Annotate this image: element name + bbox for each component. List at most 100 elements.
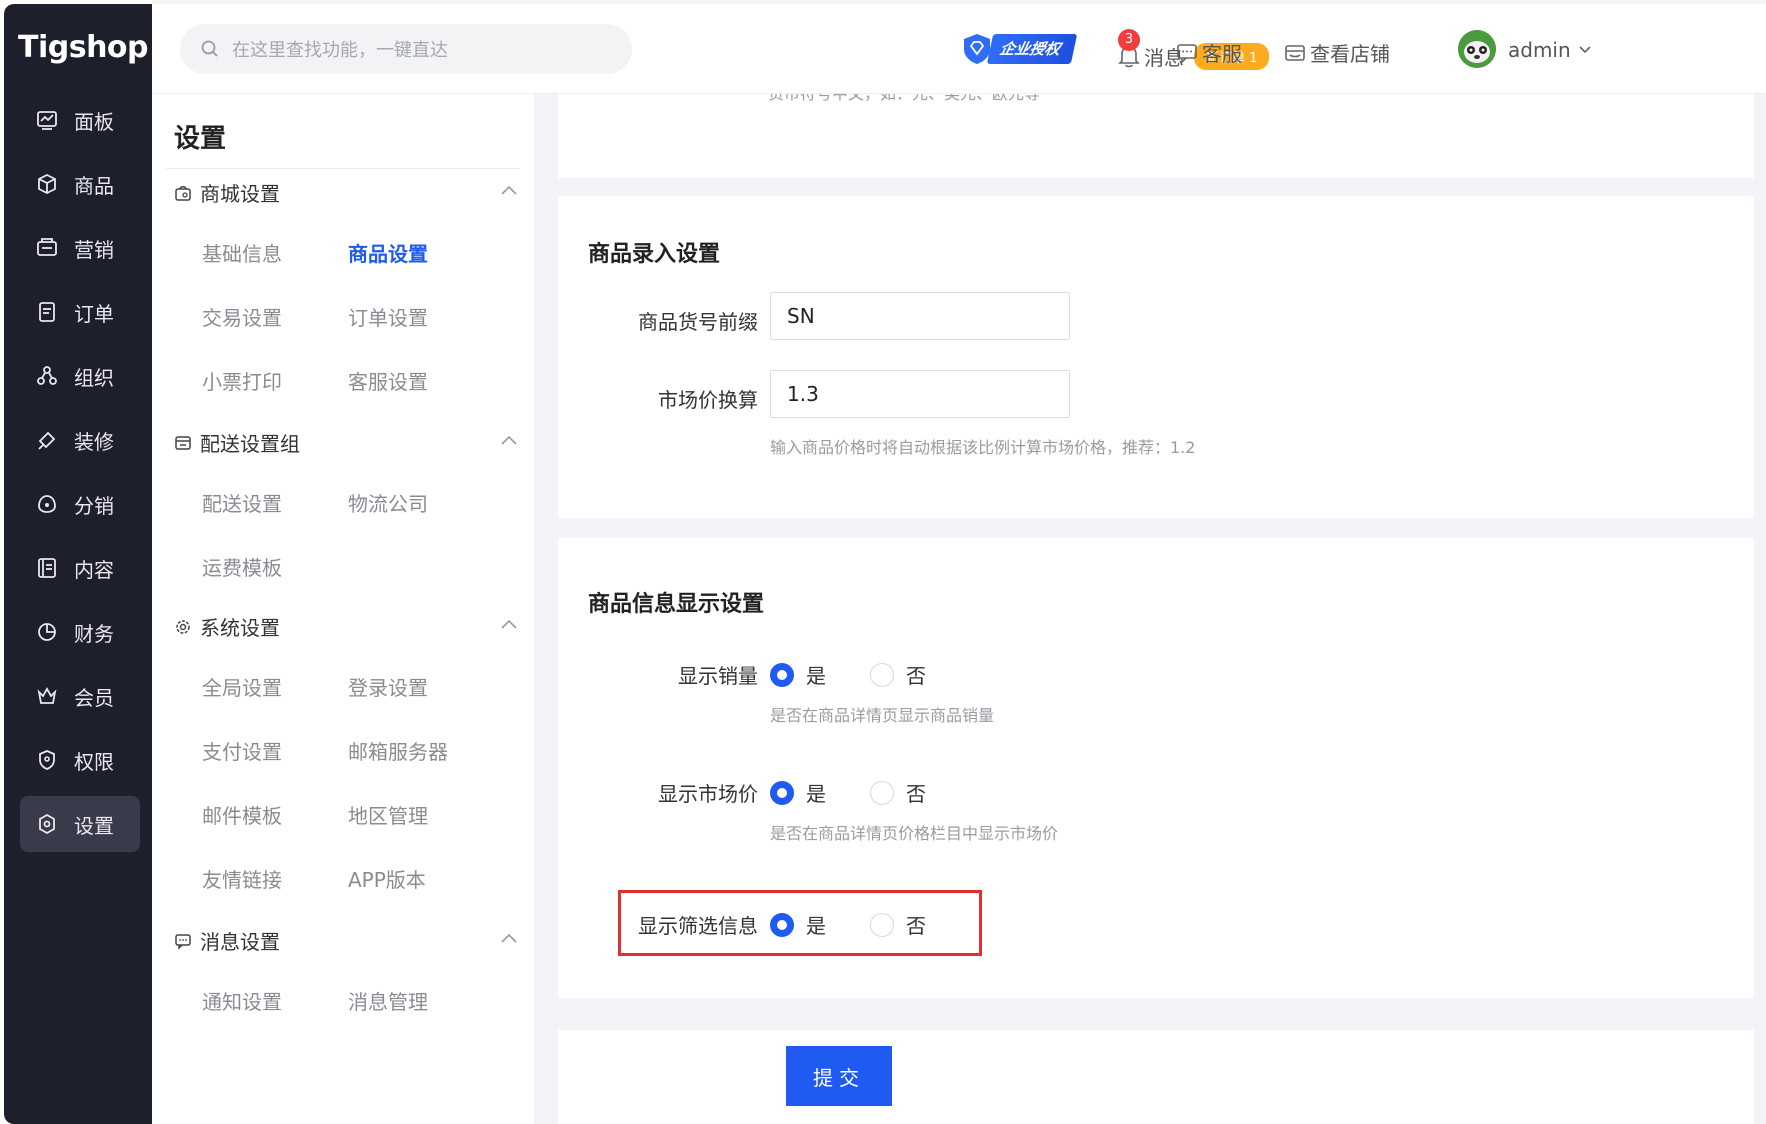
- menu-item-payment-settings[interactable]: 支付设置: [202, 736, 282, 765]
- nav-item-member[interactable]: 会员: [20, 668, 140, 724]
- group-mall-settings[interactable]: 商城设置: [174, 178, 280, 207]
- settings-menu: 设置 商城设置 基础信息 商品设置 交易设置 订单设置 小票打印 客服设置 配送…: [152, 94, 534, 1124]
- radio-checked-icon: [770, 662, 794, 687]
- view-store-label: 查看店铺: [1310, 42, 1390, 66]
- nav-item-distribution[interactable]: 分销: [20, 476, 140, 532]
- market-price-label: 市场价换算: [658, 388, 758, 412]
- show-filter-no-radio[interactable]: 否: [870, 910, 926, 939]
- submit-button[interactable]: 提交: [786, 1046, 892, 1106]
- enterprise-auth[interactable]: 企业授权: [960, 30, 1080, 68]
- nav-item-goods[interactable]: 商品: [20, 156, 140, 212]
- nav-item-content[interactable]: 内容: [20, 540, 140, 596]
- user-menu[interactable]: admin: [1508, 38, 1591, 62]
- show-market-price-yes-radio[interactable]: 是: [770, 778, 826, 807]
- dashboard-icon: [34, 107, 60, 133]
- distribution-icon: [34, 491, 60, 517]
- currency-help-text: 货币符号中文，如：元、美元、欧元等: [768, 94, 1040, 104]
- market-price-input[interactable]: 1.3: [770, 370, 1070, 418]
- search-box[interactable]: 在这里查找功能，一键直达: [180, 24, 632, 74]
- nav-item-order[interactable]: 订单: [20, 284, 140, 340]
- nav-item-org[interactable]: 组织: [20, 348, 140, 404]
- menu-item-shipping-template[interactable]: 运费模板: [202, 552, 282, 581]
- menu-item-delivery-settings[interactable]: 配送设置: [202, 488, 282, 517]
- group-label: 配送设置组: [200, 432, 300, 456]
- menu-item-app-version[interactable]: APP版本: [348, 864, 426, 893]
- chevron-up-icon[interactable]: [500, 185, 518, 195]
- search-icon: [200, 39, 220, 59]
- radio-label: 是: [806, 914, 826, 938]
- nav-item-decorate[interactable]: 装修: [20, 412, 140, 468]
- show-market-price-help: 是否在商品详情页价格栏目中显示市场价: [770, 824, 1059, 843]
- nav-label: 内容: [74, 557, 114, 582]
- group-delivery-settings[interactable]: 配送设置组: [174, 428, 300, 457]
- chevron-down-icon: [1579, 46, 1591, 54]
- nav-label: 商品: [74, 173, 114, 198]
- menu-item-goods-settings[interactable]: 商品设置: [348, 238, 428, 267]
- sn-prefix-input[interactable]: SN: [770, 292, 1070, 340]
- avatar[interactable]: [1458, 30, 1496, 68]
- nav-item-settings[interactable]: 设置: [20, 796, 140, 852]
- decorate-icon: [34, 427, 60, 453]
- show-sales-yes-radio[interactable]: 是: [770, 660, 826, 689]
- menu-item-basic-info[interactable]: 基础信息: [202, 238, 282, 267]
- chevron-up-icon[interactable]: [500, 933, 518, 943]
- org-icon: [34, 363, 60, 389]
- radio-label: 否: [906, 782, 926, 806]
- chevron-up-icon[interactable]: [500, 435, 518, 445]
- brand-logo[interactable]: Tigshop: [18, 30, 149, 65]
- show-filter-label: 显示筛选信息: [638, 914, 758, 938]
- show-market-price-no-radio[interactable]: 否: [870, 778, 926, 807]
- submit-bar: 提交: [558, 1030, 1754, 1124]
- menu-item-message-management[interactable]: 消息管理: [348, 986, 428, 1015]
- menu-item-login-settings[interactable]: 登录设置: [348, 672, 428, 701]
- delivery-icon: [174, 434, 192, 452]
- menu-item-order-settings[interactable]: 订单设置: [348, 302, 428, 331]
- nav-item-permission[interactable]: 权限: [20, 732, 140, 788]
- customer-service-button[interactable]: 客服: [1176, 38, 1242, 67]
- menu-item-service-settings[interactable]: 客服设置: [348, 366, 428, 395]
- show-sales-no-radio[interactable]: 否: [870, 660, 926, 689]
- nav-item-marketing[interactable]: 营销: [20, 220, 140, 276]
- user-name: admin: [1508, 38, 1571, 62]
- show-sales-label: 显示销量: [678, 664, 758, 688]
- radio-label: 是: [806, 782, 826, 806]
- section-title: 商品录入设置: [588, 242, 721, 267]
- radio-checked-icon: [770, 912, 794, 937]
- customer-service-label: 客服: [1202, 42, 1242, 66]
- finance-icon: [34, 619, 60, 645]
- menu-item-logistics[interactable]: 物流公司: [348, 488, 428, 517]
- menu-item-notice-settings[interactable]: 通知设置: [202, 986, 282, 1015]
- nav-item-finance[interactable]: 财务: [20, 604, 140, 660]
- message-count-badge: 3: [1118, 28, 1140, 51]
- menu-item-region-management[interactable]: 地区管理: [348, 800, 428, 829]
- bell-icon: 3: [1116, 28, 1142, 67]
- radio-unchecked-icon: [870, 780, 894, 805]
- group-message-settings[interactable]: 消息设置: [174, 926, 280, 955]
- nav-label: 营销: [74, 237, 114, 262]
- nav-label: 财务: [74, 621, 114, 646]
- chat-icon: [1176, 43, 1198, 63]
- group-label: 商城设置: [200, 182, 280, 206]
- menu-item-mail-server[interactable]: 邮箱服务器: [348, 736, 448, 765]
- goods-display-card: 商品信息显示设置 显示销量 是 否 是否在商品详情页显示商品销量 显示市场价 是…: [558, 538, 1754, 998]
- top-bar: 在这里查找功能，一键直达 企业授权 3 消息 新订单 1 客服 查看店铺 adm: [152, 0, 1766, 94]
- nav-item-dashboard[interactable]: 面板: [20, 92, 140, 148]
- currency-card: 货币符号中文，如：元、美元、欧元等: [558, 94, 1754, 178]
- show-filter-yes-radio[interactable]: 是: [770, 910, 826, 939]
- nav-label: 订单: [74, 301, 114, 326]
- menu-item-global-settings[interactable]: 全局设置: [202, 672, 282, 701]
- nav-label: 面板: [74, 109, 114, 134]
- menu-item-receipt-print[interactable]: 小票打印: [202, 366, 282, 395]
- member-icon: [34, 683, 60, 709]
- menu-item-trade-settings[interactable]: 交易设置: [202, 302, 282, 331]
- menu-item-friend-links[interactable]: 友情链接: [202, 864, 282, 893]
- settings-icon: [34, 811, 60, 837]
- group-system-settings[interactable]: 系统设置: [174, 612, 280, 641]
- box-icon: [34, 171, 60, 197]
- main-content: 货币符号中文，如：元、美元、欧元等 商品录入设置 商品货号前缀 SN 市场价换算…: [534, 94, 1766, 1124]
- view-store-button[interactable]: 查看店铺: [1284, 38, 1390, 67]
- chevron-up-icon[interactable]: [500, 619, 518, 629]
- store-icon: [1284, 43, 1306, 63]
- nav-label: 会员: [74, 685, 114, 710]
- menu-item-mail-template[interactable]: 邮件模板: [202, 800, 282, 829]
